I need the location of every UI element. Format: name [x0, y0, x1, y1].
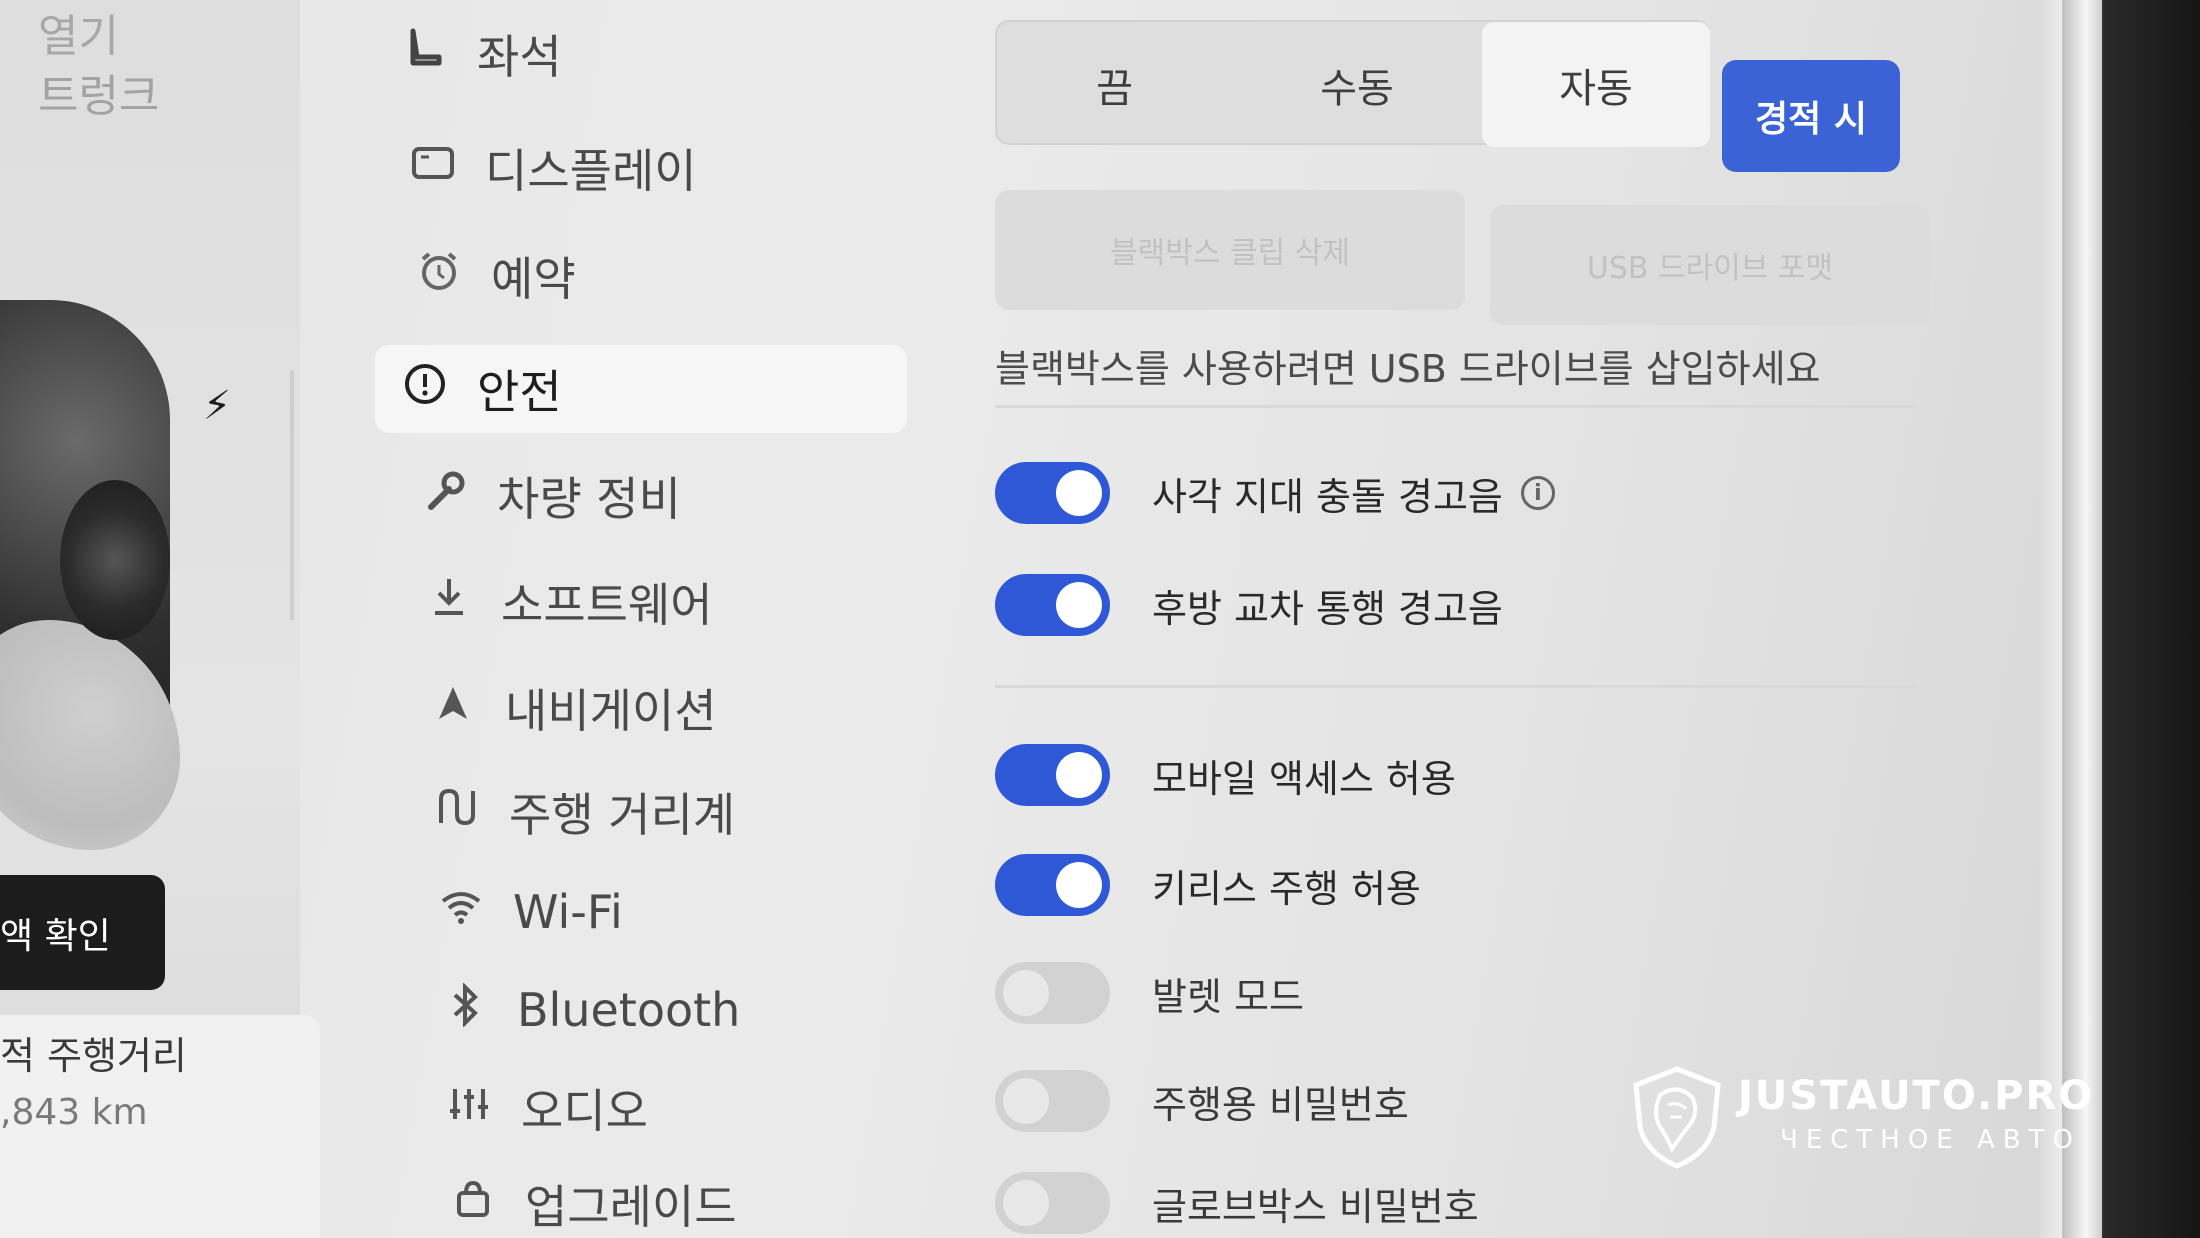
- menu-label: 디스플레이: [485, 144, 697, 198]
- toggle-row-blind-spot: 사각 지대 충돌 경고음 i: [995, 458, 1555, 528]
- rear-cross-traffic-toggle[interactable]: [995, 574, 1110, 636]
- mode-option-manual[interactable]: 수동: [1232, 22, 1482, 147]
- toggle-knob: [1056, 470, 1102, 516]
- menu-item-software[interactable]: 소프트웨어: [419, 558, 939, 646]
- trip-icon: [427, 787, 487, 837]
- mode-option-auto[interactable]: 자동: [1482, 22, 1710, 147]
- menu-label: 차량 정비: [497, 472, 681, 526]
- dashcam-mode-selector: 끔 수동 자동: [995, 20, 1710, 147]
- glovebox-pin-label: 글로브박스 비밀번호: [1152, 1184, 1479, 1229]
- sentry-mode-button[interactable]: 경적 시: [1722, 60, 1900, 172]
- valet-mode-toggle[interactable]: [995, 962, 1110, 1024]
- menu-label: 주행 거리계: [509, 788, 736, 842]
- blind-spot-toggle[interactable]: [995, 462, 1110, 524]
- menu-label: 내비게이션: [505, 684, 717, 738]
- toggle-knob: [1003, 1180, 1049, 1226]
- car-panel: 열기 트렁크 ⚡︎ 액 확인 적 주행거리 ,843 km: [0, 0, 320, 1238]
- mobile-access-label: 모바일 액세스 허용: [1152, 756, 1456, 801]
- menu-label: 좌석: [477, 30, 562, 84]
- toggle-knob: [1056, 862, 1102, 908]
- menu-label: 예약: [491, 252, 576, 306]
- section-divider: [995, 685, 1915, 688]
- wrench-icon: [415, 469, 475, 523]
- menu-label: 업그레이드: [525, 1180, 737, 1234]
- menu-label: 안전: [477, 365, 562, 419]
- menu-label: 소프트웨어: [501, 578, 713, 632]
- touchscreen: 열기 트렁크 ⚡︎ 액 확인 적 주행거리 ,843 km 좌석 디스플레이 예…: [0, 0, 2040, 1238]
- glovebox-pin-toggle[interactable]: [995, 1172, 1110, 1234]
- menu-item-wifi[interactable]: Wi-Fi: [431, 868, 951, 956]
- watermark: JUSTAUTO.PRO ЧЕСТНОЕ АВТО: [1630, 1065, 2092, 1175]
- menu-item-trips[interactable]: 주행 거리계: [427, 768, 947, 856]
- toggle-row-glovebox-pin: 글로브박스 비밀번호: [995, 1168, 1479, 1238]
- menu-label: Bluetooth: [517, 983, 741, 1037]
- pin-to-drive-label: 주행용 비밀번호: [1152, 1082, 1409, 1127]
- equalizer-icon: [439, 1083, 499, 1133]
- info-icon[interactable]: i: [1520, 476, 1555, 510]
- menu-item-service[interactable]: 차량 정비: [415, 452, 935, 540]
- watermark-brand: JUSTAUTO.PRO: [1738, 1073, 2095, 1119]
- keyless-driving-label: 키리스 주행 허용: [1152, 866, 1421, 911]
- display-icon: [403, 145, 463, 191]
- download-icon: [419, 575, 479, 629]
- keyless-driving-toggle[interactable]: [995, 854, 1110, 916]
- menu-item-upgrades[interactable]: 업그레이드: [443, 1160, 963, 1238]
- toggle-knob: [1003, 1078, 1049, 1124]
- rear-cross-traffic-label: 후방 교차 통행 경고음: [1152, 586, 1503, 631]
- toggle-row-rear-cross-traffic: 후방 교차 통행 경고음: [995, 570, 1503, 640]
- car-wheel: [60, 480, 170, 640]
- wifi-icon: [431, 889, 491, 935]
- menu-item-navigation[interactable]: 내비게이션: [423, 664, 943, 752]
- mobile-access-toggle[interactable]: [995, 744, 1110, 806]
- toggle-knob: [1056, 752, 1102, 798]
- toggle-row-mobile-access: 모바일 액세스 허용: [995, 740, 1456, 810]
- section-divider: [995, 405, 1915, 408]
- menu-item-seat[interactable]: 좌석: [395, 10, 915, 98]
- alarm-clock-icon: [409, 249, 469, 303]
- toggle-knob: [1003, 970, 1049, 1016]
- shopping-bag-icon: [443, 1179, 503, 1229]
- lion-shield-logo: [1633, 1066, 1721, 1169]
- settings-menu: 좌석 디스플레이 예약 안전 차량 정비 소프트웨어 내비게이션 주행 거리계 …: [375, 0, 935, 1238]
- screen-bezel: [2040, 0, 2200, 1238]
- valet-mode-label: 발렛 모드: [1152, 974, 1304, 1019]
- menu-item-safety[interactable]: 안전: [375, 345, 907, 433]
- alert-circle-icon: [395, 362, 455, 416]
- panel-scrollbar[interactable]: [290, 370, 294, 620]
- toggle-knob: [1056, 582, 1102, 628]
- delete-clips-button[interactable]: 블랙박스 클립 삭제: [995, 190, 1465, 310]
- odometer-value: ,843 km: [0, 1092, 148, 1133]
- toggle-row-keyless-driving: 키리스 주행 허용: [995, 850, 1421, 920]
- bluetooth-icon: [435, 982, 495, 1037]
- navigation-arrow-icon: [423, 683, 483, 733]
- toggle-row-valet-mode: 발렛 모드: [995, 958, 1304, 1028]
- format-usb-button[interactable]: USB 드라이브 포맷: [1490, 205, 1930, 325]
- watermark-tagline: ЧЕСТНОЕ АВТО: [1780, 1125, 2081, 1155]
- menu-item-display[interactable]: 디스플레이: [403, 124, 923, 212]
- menu-item-bluetooth[interactable]: Bluetooth: [435, 966, 955, 1054]
- pin-to-drive-toggle[interactable]: [995, 1070, 1110, 1132]
- menu-item-schedule[interactable]: 예약: [409, 232, 929, 320]
- usb-note: 블랙박스를 사용하려면 USB 드라이브를 삽입하세요: [995, 347, 1821, 391]
- toggle-row-pin-to-drive: 주행용 비밀번호: [995, 1066, 1409, 1136]
- seat-icon: [395, 27, 455, 81]
- trunk-label[interactable]: 트렁크: [38, 60, 159, 124]
- open-frunk-label[interactable]: 열기: [38, 0, 119, 64]
- bezel-edge: [2062, 0, 2102, 1238]
- odometer-title: 적 주행거리: [0, 1034, 187, 1078]
- charge-bolt-icon[interactable]: ⚡︎: [203, 383, 231, 429]
- mode-option-off[interactable]: 끔: [997, 22, 1232, 147]
- menu-label: Wi-Fi: [513, 885, 623, 939]
- menu-label: 오디오: [521, 1084, 648, 1138]
- menu-item-audio[interactable]: 오디오: [439, 1064, 959, 1152]
- blind-spot-label: 사각 지대 충돌 경고음: [1152, 474, 1503, 519]
- check-button[interactable]: 액 확인: [0, 875, 165, 990]
